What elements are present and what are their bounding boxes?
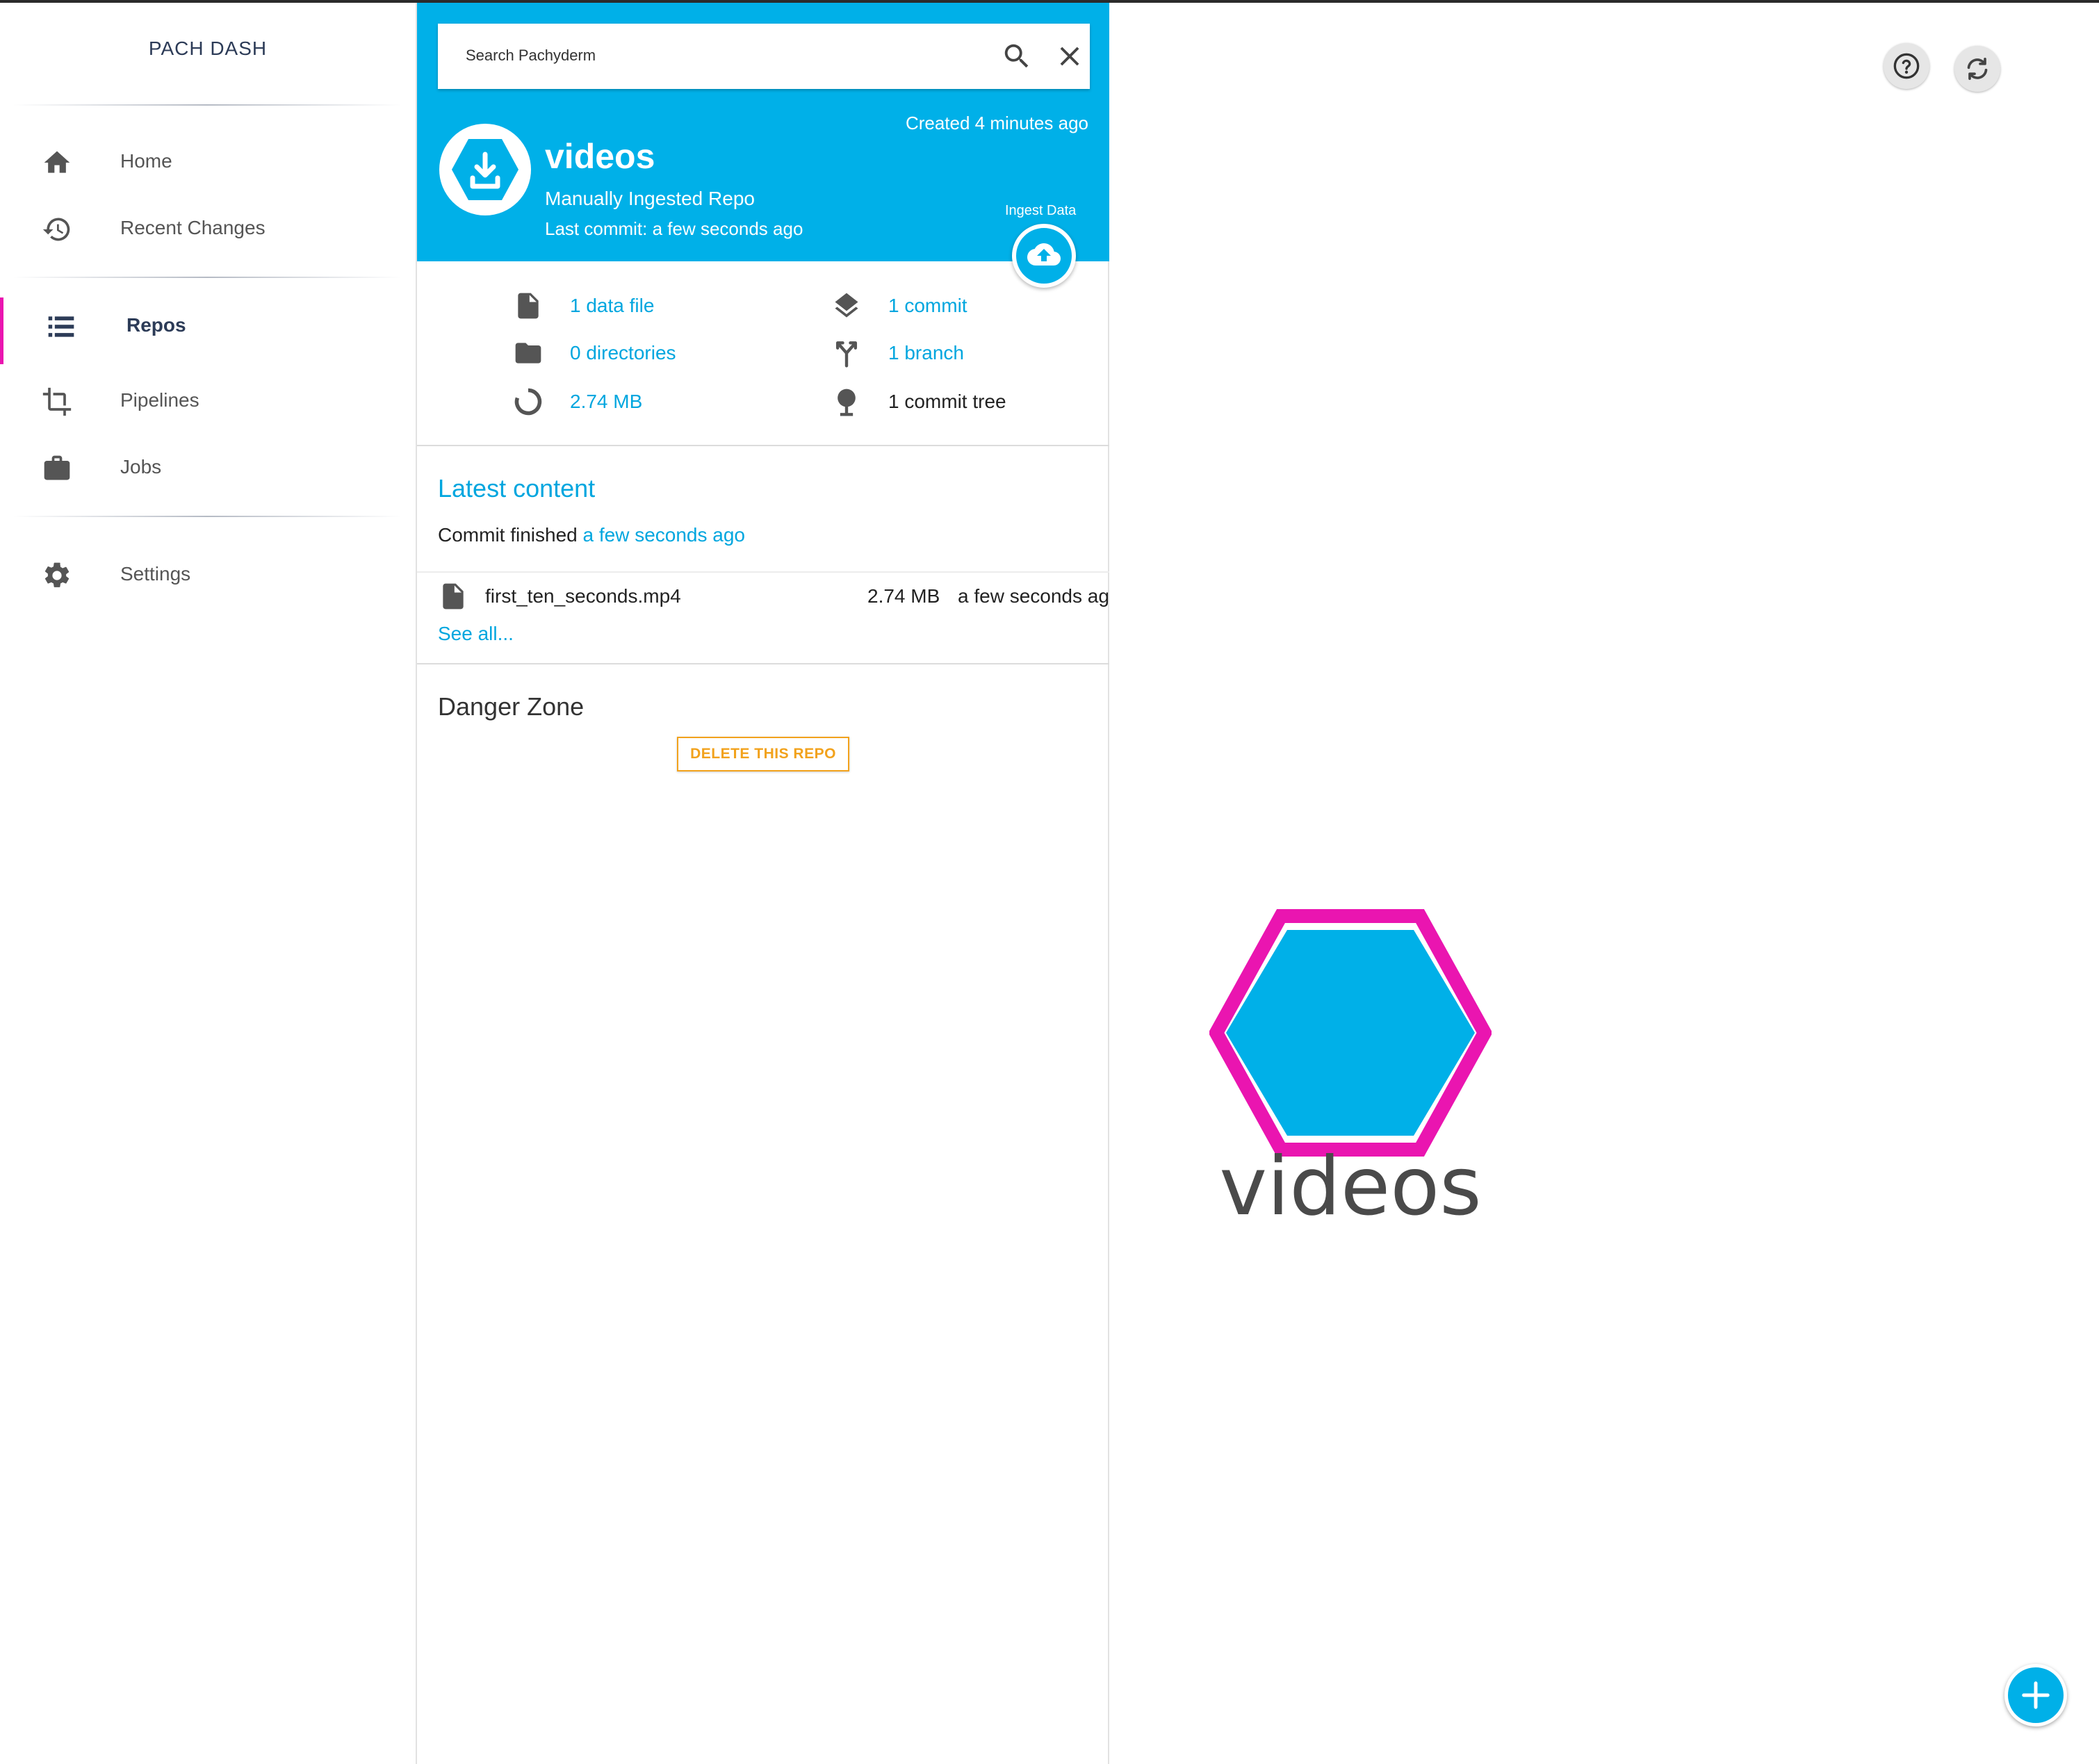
sidebar-item-jobs[interactable]: Jobs	[0, 439, 416, 495]
ingest-data-label: Ingest Data	[1005, 203, 1077, 218]
search-box[interactable]: Search Pachyderm	[438, 24, 1090, 89]
sidebar-divider	[13, 104, 402, 106]
see-all-link[interactable]: See all...	[438, 623, 514, 645]
commits-link[interactable]: 1 commit	[888, 295, 967, 317]
sidebar-item-recent-changes[interactable]: Recent Changes	[0, 200, 416, 256]
crop-icon	[42, 387, 72, 416]
branches-link[interactable]: 1 branch	[888, 342, 964, 364]
folder-icon	[515, 343, 541, 364]
layers-icon	[835, 293, 858, 318]
commit-status: Commit finished a few seconds ago	[438, 524, 745, 546]
delete-repo-button[interactable]: DELETE THIS REPO	[677, 737, 849, 771]
file-name: first_ten_seconds.mp4	[485, 585, 681, 607]
file-icon	[518, 293, 539, 319]
repo-header: Search Pachyderm Created 4 minutes ago v…	[417, 3, 1109, 261]
list-icon	[48, 316, 74, 337]
stat-commits[interactable]: 1 commit	[831, 291, 967, 321]
file-size: 2.74 MB	[867, 585, 940, 607]
section-divider	[417, 445, 1109, 446]
repo-name: videos	[545, 137, 655, 176]
donut-chart-icon	[514, 388, 542, 416]
sidebar-item-settings[interactable]: Settings	[0, 546, 416, 602]
sidebar-item-label: Repos	[126, 314, 186, 336]
search-input[interactable]: Search Pachyderm	[466, 47, 596, 65]
briefcase-icon	[44, 455, 70, 480]
help-button[interactable]	[1884, 43, 1929, 89]
history-icon	[42, 218, 70, 241]
sidebar-item-home[interactable]: Home	[0, 133, 416, 189]
sidebar-item-label: Jobs	[120, 456, 162, 477]
stat-size[interactable]: 2.74 MB	[513, 386, 642, 417]
latest-content-title: Latest content	[438, 474, 596, 503]
sidebar-item-label: Home	[120, 150, 172, 172]
danger-zone-title: Danger Zone	[438, 692, 585, 721]
cloud-upload-icon	[1027, 243, 1061, 266]
sidebar-divider	[13, 277, 402, 278]
sidebar-divider	[13, 516, 402, 517]
commit-status-label: Commit finished	[438, 524, 578, 546]
sidebar-item-repos[interactable]: Repos	[0, 297, 416, 364]
stat-branches[interactable]: 1 branch	[831, 338, 964, 368]
stat-directories[interactable]: 0 directories	[513, 338, 676, 368]
section-divider	[417, 663, 1109, 664]
repo-node-label: videos	[1219, 1140, 1482, 1234]
data-files-link[interactable]: 1 data file	[570, 295, 654, 317]
ingest-data-button[interactable]	[1012, 224, 1076, 288]
repo-details-panel: Search Pachyderm Created 4 minutes ago v…	[416, 3, 1109, 1764]
tree-icon	[838, 389, 856, 416]
repo-type: Manually Ingested Repo	[545, 188, 755, 209]
refresh-icon	[1967, 58, 1988, 80]
sidebar-item-pipelines[interactable]: Pipelines	[0, 373, 416, 428]
branch-icon	[835, 341, 858, 368]
plus-icon	[2022, 1681, 2050, 1709]
file-time: a few seconds ag	[958, 585, 1109, 607]
file-icon	[443, 583, 464, 610]
stat-data-files[interactable]: 1 data file	[513, 291, 654, 321]
size-link[interactable]: 2.74 MB	[570, 391, 642, 413]
directories-link[interactable]: 0 directories	[570, 342, 676, 364]
brand-title: PACH DASH	[148, 38, 268, 59]
commit-trees-count: 1 commit tree	[888, 391, 1006, 412]
created-time: Created 4 minutes ago	[905, 113, 1088, 133]
commit-time-link[interactable]: a few seconds ago	[583, 524, 746, 546]
last-commit: Last commit: a few seconds ago	[545, 218, 803, 239]
refresh-button[interactable]	[1954, 46, 2000, 92]
sidebar: PACH DASH Home Recent Changes Repos Pipe…	[0, 3, 416, 1764]
file-row[interactable]: first_ten_seconds.mp4 2.74 MB a few seco…	[417, 571, 1109, 623]
gear-icon	[44, 562, 70, 587]
repo-hexagon-icon	[439, 124, 531, 215]
home-icon	[44, 151, 70, 173]
sidebar-item-label: Pipelines	[120, 389, 199, 411]
help-icon	[1893, 53, 1920, 79]
close-icon[interactable]	[1054, 40, 1086, 72]
search-icon[interactable]	[1001, 40, 1033, 72]
sidebar-item-label: Settings	[120, 563, 191, 585]
stat-commit-trees: 1 commit tree	[831, 386, 1006, 417]
sidebar-item-label: Recent Changes	[120, 217, 266, 238]
add-button[interactable]	[2004, 1664, 2067, 1726]
